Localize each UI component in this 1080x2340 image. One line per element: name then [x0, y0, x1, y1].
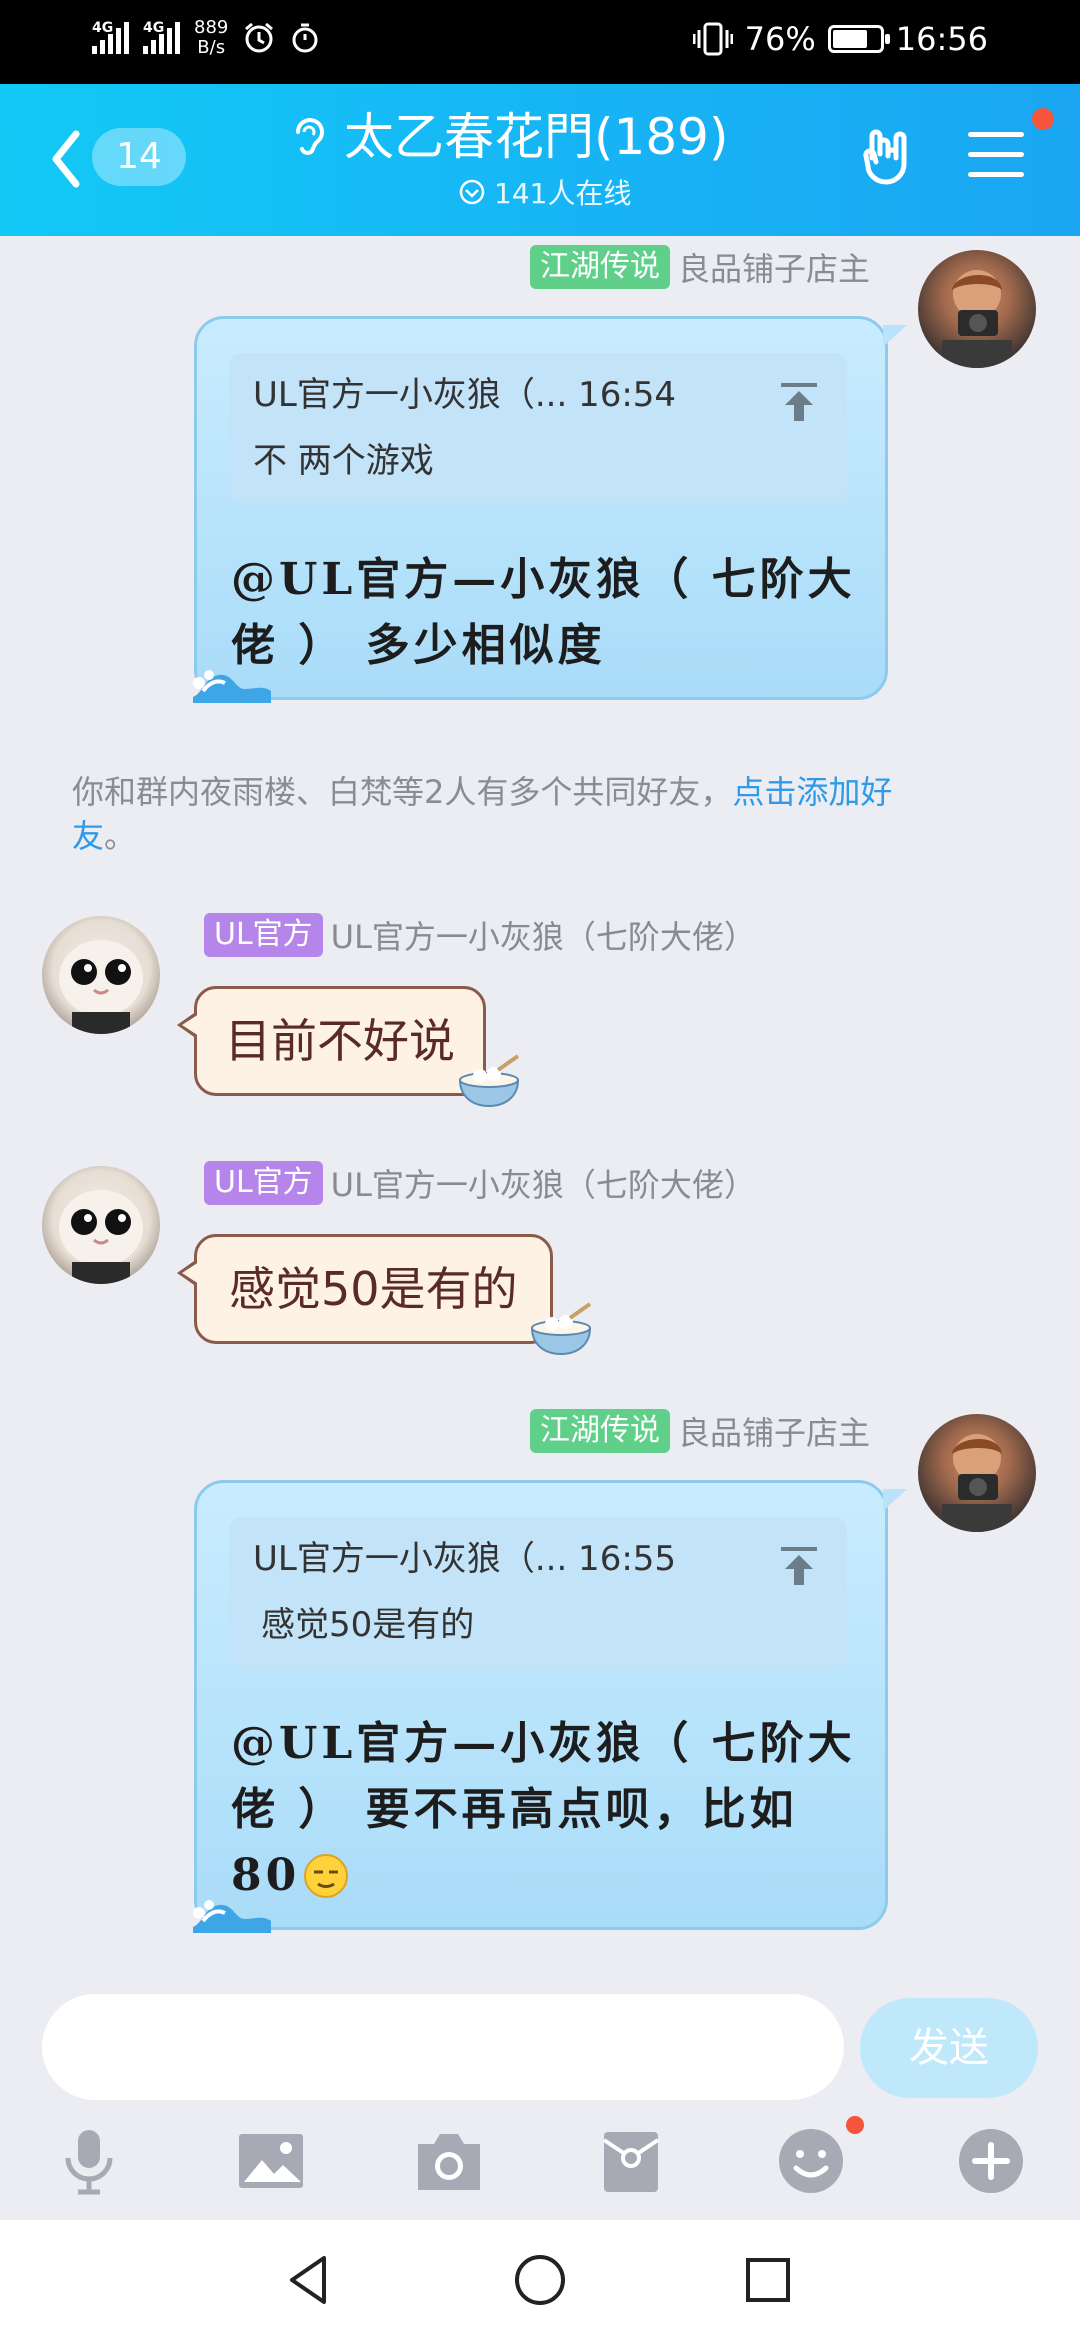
chat-header: 14 太乙春花門(189) 141人在线	[0, 84, 1080, 236]
send-button[interactable]: 发送	[860, 1998, 1038, 2098]
plus-icon[interactable]	[956, 2126, 1026, 2196]
clock: 16:56	[895, 20, 988, 58]
quoted-message[interactable]: UL官方一小灰狼（... 16:55 感觉50是有的	[229, 1517, 847, 1667]
avatar[interactable]	[42, 1166, 160, 1284]
nav-back-icon[interactable]	[280, 2250, 340, 2310]
message-bubble[interactable]: UL官方一小灰狼（... 16:54 不 两个游戏 @UL官方—小灰狼（ 七阶大…	[193, 316, 907, 703]
member-title-badge: 江湖传说	[529, 1409, 670, 1453]
wave-decoration-icon	[193, 1900, 271, 1933]
check-circle-icon	[459, 179, 485, 205]
system-message: 你和群内夜雨楼、白梵等2人有多个共同好友，点击添加好 友。	[72, 773, 893, 855]
avatar[interactable]	[42, 916, 160, 1034]
bowl-decoration-icon	[530, 1302, 592, 1356]
sender-name[interactable]: 良品铺子店主	[678, 244, 870, 290]
message-sender: 江湖传说 良品铺子店主	[529, 244, 870, 290]
quote-header: UL官方一小灰狼（... 16:54	[253, 375, 677, 415]
signal-icon: 4G	[143, 20, 180, 54]
message-sender: UL官方 UL官方一小灰狼（七阶大佬）	[204, 912, 756, 958]
timer-icon	[292, 23, 318, 53]
message-sender: UL官方 UL官方一小灰狼（七阶大佬）	[204, 1160, 756, 1206]
status-right: 76% 16:56	[692, 20, 988, 58]
microphone-icon[interactable]	[54, 2126, 124, 2196]
sender-name[interactable]: 良品铺子店主	[678, 1408, 870, 1454]
signal-icon: 4G	[92, 20, 129, 54]
battery-icon	[827, 25, 890, 53]
group-title-area[interactable]: 太乙春花門(189) 141人在线	[290, 106, 760, 212]
alarm-icon	[245, 22, 274, 53]
add-friend-link[interactable]: 点击添加好	[732, 773, 892, 811]
group-name: 太乙春花門(189)	[344, 108, 729, 166]
message-bubble[interactable]: 感觉50是有的	[177, 1234, 553, 1344]
status-left: 4G 4G 889 B/s	[92, 18, 320, 58]
ear-icon	[296, 118, 324, 155]
status-bar: 4G 4G 889 B/s 76% 16:56	[0, 0, 1080, 84]
message-text: @UL官方—小灰狼（ 七阶大 佬 ） 多少相似度	[231, 554, 856, 671]
notification-dot	[846, 2116, 864, 2134]
message-input[interactable]	[42, 1994, 844, 2100]
sender-name[interactable]: UL官方一小灰狼（七阶大佬）	[331, 912, 756, 958]
quoted-message[interactable]: UL官方一小灰狼（... 16:54 不 两个游戏	[229, 353, 847, 503]
online-status: 141人在线	[458, 172, 760, 212]
sender-name[interactable]: UL官方一小灰狼（七阶大佬）	[331, 1160, 756, 1206]
message-text: @UL官方—小灰狼（ 七阶大 佬 ） 要不再高点呗，比如 80	[231, 1718, 856, 1901]
message-bubble[interactable]: UL官方一小灰狼（... 16:55 感觉50是有的 @UL官方—小灰狼（ 七阶…	[193, 1480, 907, 1933]
back-arrow-icon[interactable]	[46, 124, 90, 194]
emoji-icon[interactable]	[776, 2126, 846, 2196]
member-title-badge: UL官方	[204, 1161, 323, 1205]
unread-count-badge[interactable]: 14	[92, 128, 186, 186]
add-friend-link[interactable]: 友	[72, 817, 104, 855]
bowl-decoration-icon	[458, 1054, 520, 1108]
quote-header: UL官方一小灰狼（... 16:55	[253, 1539, 677, 1579]
quote-text: 感觉50是有的	[261, 1605, 475, 1645]
online-count: 141人在线	[494, 177, 632, 210]
nav-home-icon[interactable]	[510, 2250, 570, 2310]
member-title-badge: 江湖传说	[529, 245, 670, 289]
chat-area[interactable]: 江湖传说 良品铺子店主 UL官方一小灰狼（... 16:54 不 两个游戏 @U…	[0, 236, 1080, 1980]
avatar[interactable]	[918, 1414, 1036, 1532]
avatar[interactable]	[918, 250, 1036, 368]
quote-text: 不 两个游戏	[253, 441, 434, 481]
message-bubble[interactable]: 目前不好说	[177, 986, 486, 1096]
nav-recents-icon[interactable]	[738, 2250, 798, 2310]
vibrate-icon	[692, 22, 733, 56]
notification-dot	[1032, 108, 1054, 130]
camera-icon[interactable]	[414, 2126, 484, 2196]
battery-percent: 76%	[744, 20, 816, 58]
member-title-badge: UL官方	[204, 913, 323, 957]
network-speed: 889 B/s	[194, 17, 229, 58]
input-area: 发送	[0, 1980, 1080, 2220]
rock-hand-icon[interactable]	[858, 124, 924, 190]
red-packet-icon[interactable]	[596, 2126, 666, 2196]
menu-icon[interactable]	[968, 132, 1024, 182]
image-icon[interactable]	[236, 2126, 306, 2196]
message-sender: 江湖传说 良品铺子店主	[529, 1408, 870, 1454]
jump-to-top-icon[interactable]	[779, 1545, 819, 1587]
jump-to-top-icon[interactable]	[779, 381, 819, 423]
smug-emoji-icon	[304, 1854, 349, 1898]
wave-decoration-icon	[193, 670, 271, 703]
system-nav-bar	[0, 2220, 1080, 2340]
